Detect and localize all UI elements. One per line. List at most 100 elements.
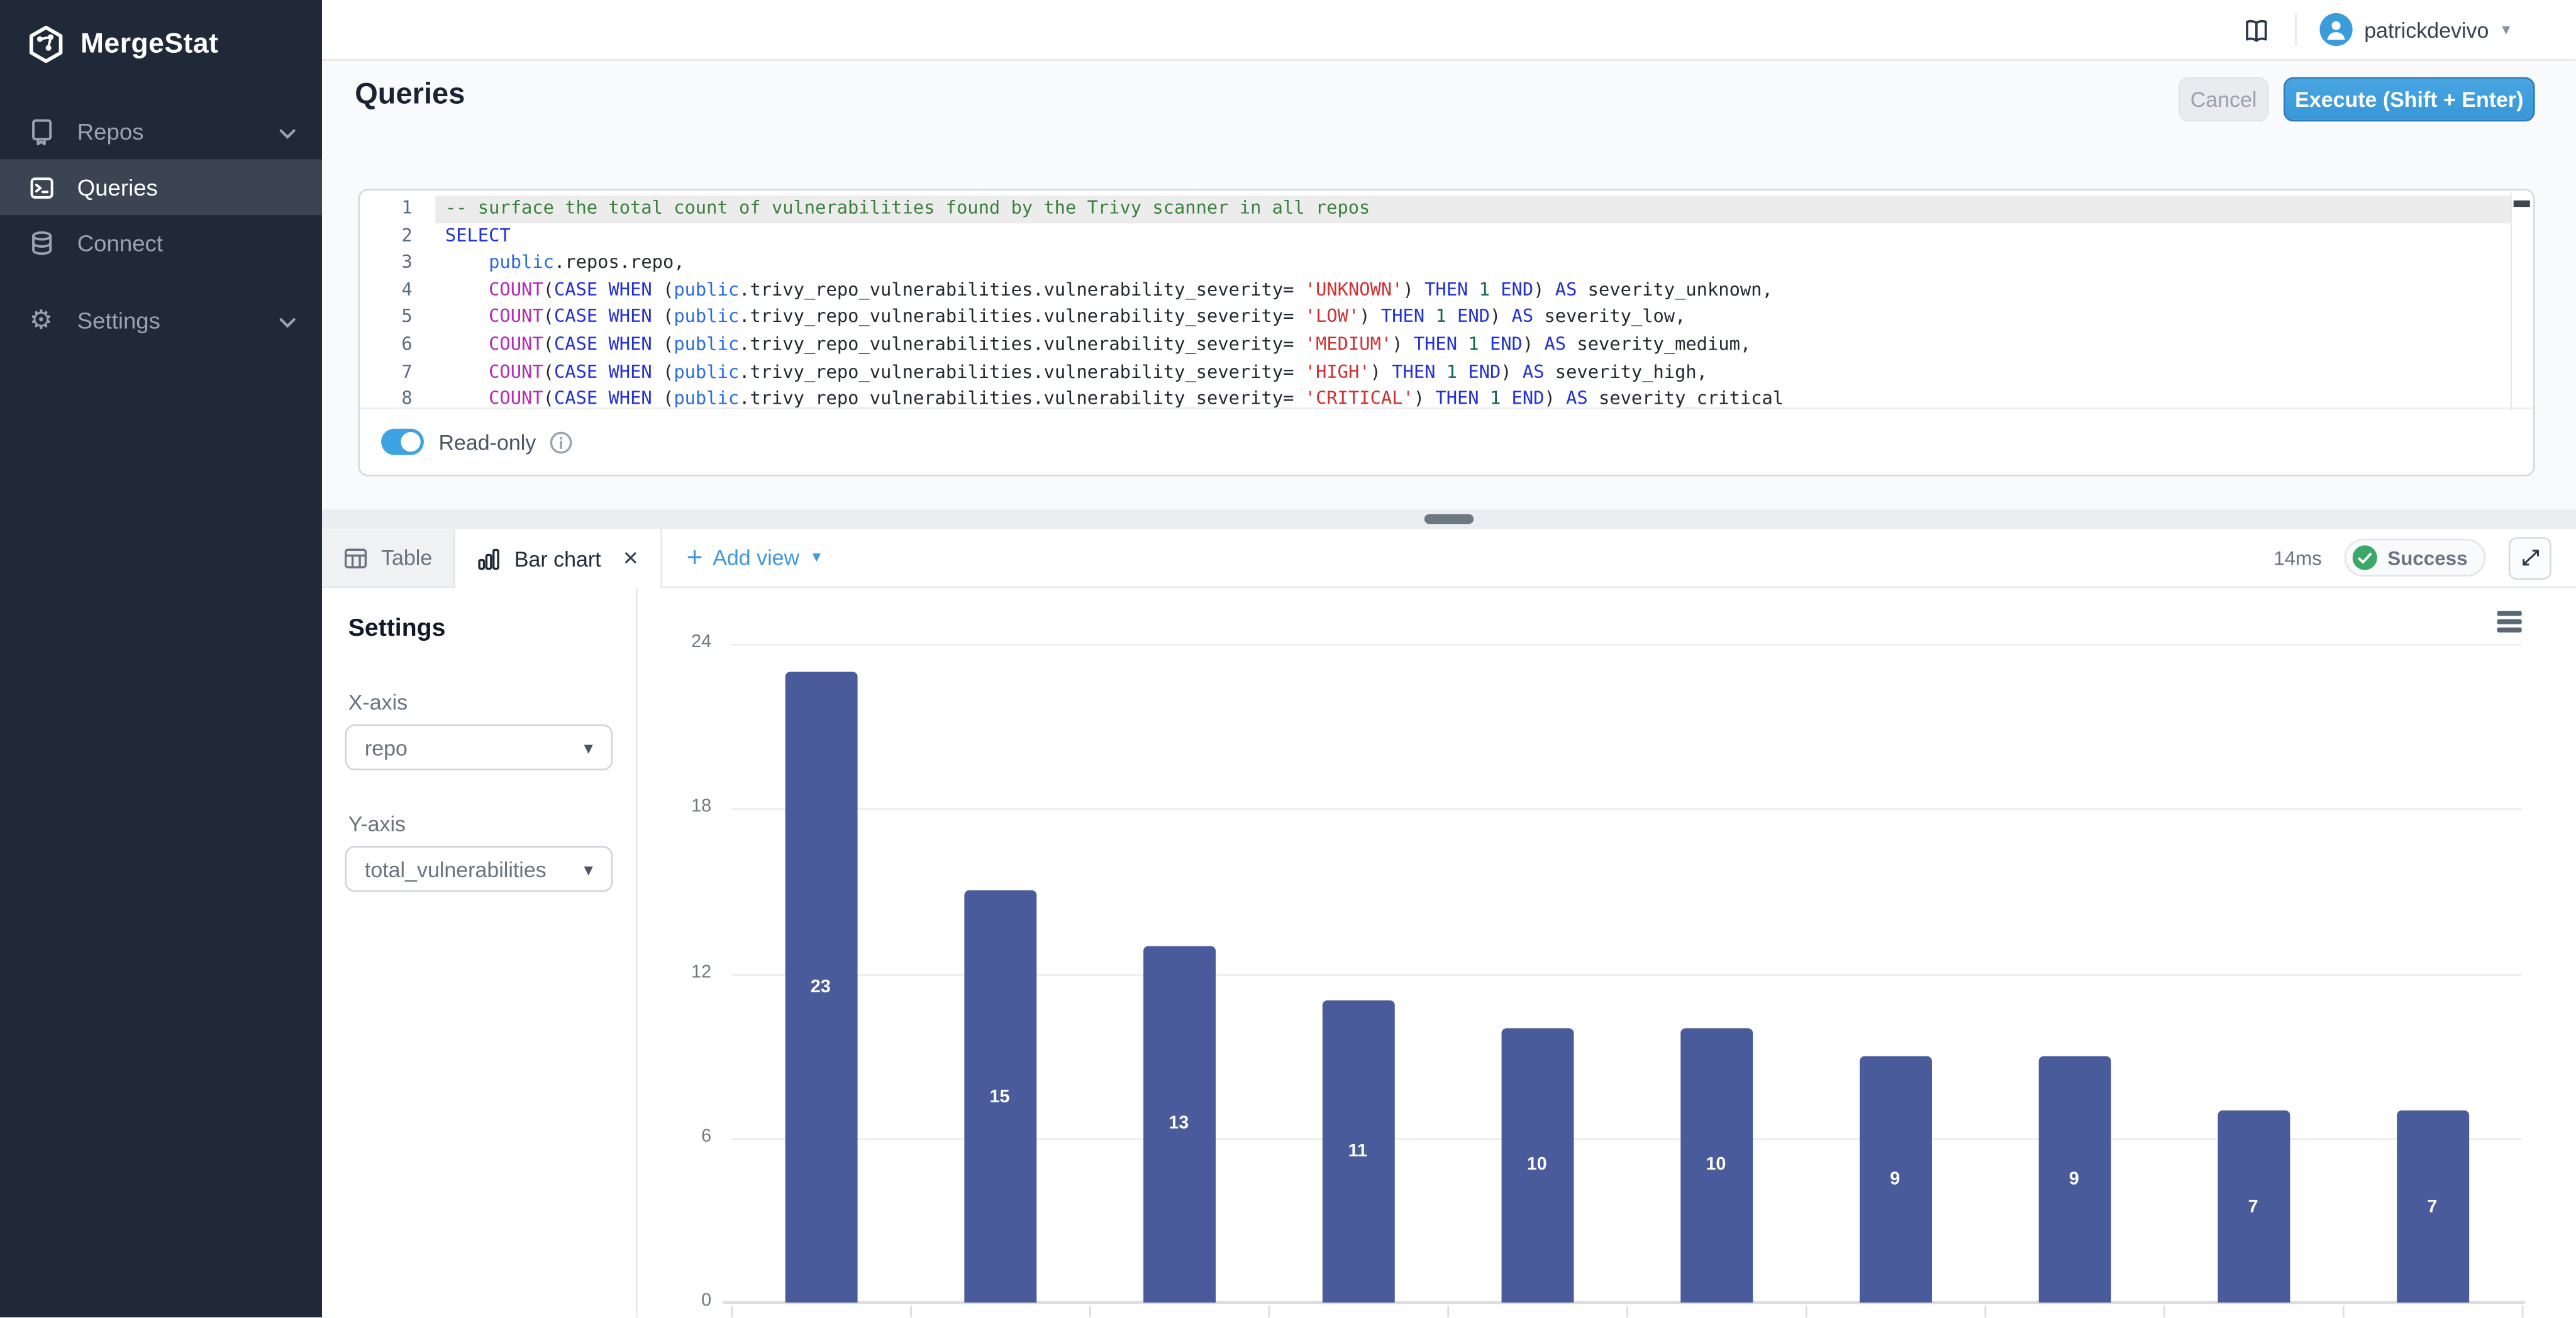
results-area: Settings X-axis repo ▾ Y-axis total_vuln… — [322, 588, 2576, 1317]
y-tick-label: 18 — [646, 797, 711, 817]
gridline — [731, 644, 2521, 646]
bar[interactable]: 10 — [1501, 1028, 1573, 1302]
add-view-button[interactable]: + Add view ▾ — [662, 529, 845, 586]
code-line[interactable]: 7 COUNT(CASE WHEN (public.trivy_repo_vul… — [360, 359, 2512, 386]
editor-scrollbar[interactable] — [2510, 192, 2531, 411]
check-icon — [2353, 545, 2377, 570]
chevron-down-icon — [279, 118, 296, 145]
x-tick — [910, 1306, 912, 1317]
line-number: 5 — [360, 304, 435, 331]
brand-logo[interactable]: MergeStat — [0, 0, 322, 80]
sidebar-item-queries[interactable]: Queries — [0, 159, 322, 215]
sidebar-item-label: Settings — [77, 307, 160, 333]
read-only-toggle[interactable] — [381, 429, 424, 455]
book-icon — [26, 116, 56, 146]
bar-value-label: 9 — [1859, 1169, 1931, 1188]
tab-label: Table — [381, 545, 432, 570]
docs-icon[interactable] — [2241, 16, 2272, 43]
resizer-handle[interactable] — [1424, 514, 1474, 524]
bar-value-label: 23 — [784, 977, 857, 997]
editor-scrollbar-thumb[interactable] — [2514, 201, 2530, 207]
sidebar-item-label: Connect — [77, 230, 163, 257]
sidebar-item-label: Repos — [77, 118, 144, 145]
code-line[interactable]: 6 COUNT(CASE WHEN (public.trivy_repo_vul… — [360, 332, 2512, 359]
chart-menu-icon[interactable] — [2497, 611, 2522, 632]
bar-chart: 241812602315131110109977 — [731, 644, 2521, 1302]
bar-value-label: 10 — [1501, 1156, 1573, 1175]
code-line[interactable]: 2SELECT — [360, 223, 2512, 250]
brand-name: MergeStat — [80, 28, 218, 60]
sidebar-item-repos[interactable]: Repos — [0, 104, 322, 160]
avatar[interactable] — [2320, 13, 2353, 46]
x-axis-value: repo — [365, 735, 408, 760]
header-divider — [2295, 13, 2297, 46]
table-icon — [343, 546, 368, 570]
add-view-label: Add view — [713, 545, 799, 570]
line-number: 6 — [360, 332, 435, 359]
tab-table[interactable]: Table — [322, 529, 455, 586]
status-badge: Success — [2345, 539, 2485, 577]
x-tick — [1089, 1306, 1091, 1317]
settings-title: Settings — [348, 614, 446, 642]
bar[interactable]: 11 — [1322, 1000, 1394, 1302]
code-line[interactable]: 3 public.repos.repo, — [360, 250, 2512, 277]
page-title: Queries — [355, 77, 465, 112]
bar[interactable]: 13 — [1143, 946, 1215, 1302]
sidebar-nav: Repos Queries — [0, 104, 322, 348]
sidebar: MergeStat Repos — [0, 0, 322, 1317]
user-name[interactable]: patrickdevivo — [2364, 17, 2489, 42]
y-axis-select[interactable]: total_vulnerabilities ▾ — [345, 846, 613, 892]
sidebar-item-label: Queries — [77, 174, 158, 201]
line-number: 3 — [360, 250, 435, 277]
bar[interactable]: 15 — [963, 891, 1036, 1303]
code-lines: 1-- surface the total count of vulnerabi… — [360, 196, 2512, 414]
bar[interactable]: 9 — [2038, 1056, 2110, 1303]
bar[interactable]: 9 — [1859, 1056, 1931, 1303]
panel-resizer[interactable] — [322, 509, 2576, 529]
bar[interactable]: 23 — [784, 672, 857, 1303]
x-tick — [1985, 1306, 1987, 1317]
code-line[interactable]: 1-- surface the total count of vulnerabi… — [360, 196, 2512, 223]
info-icon[interactable] — [549, 429, 574, 454]
bar-value-label: 15 — [963, 1087, 1036, 1106]
mergestat-app: MergeStat Repos — [0, 0, 2576, 1317]
terminal-icon — [26, 172, 56, 202]
add-view-caret-icon: ▾ — [813, 548, 821, 567]
bar-value-label: 13 — [1143, 1114, 1215, 1134]
sidebar-item-connect[interactable]: Connect — [0, 215, 322, 271]
bar[interactable]: 7 — [2396, 1110, 2468, 1303]
execute-button[interactable]: Execute (Shift + Enter) — [2284, 77, 2535, 122]
x-tick — [1806, 1306, 1807, 1317]
bar-value-label: 11 — [1322, 1142, 1394, 1161]
user-menu-caret-icon[interactable]: ▾ — [2502, 21, 2510, 39]
sidebar-item-settings[interactable]: ⚙ Settings — [0, 292, 322, 348]
top-bar: patrickdevivo ▾ — [322, 0, 2576, 61]
x-tick — [1269, 1306, 1270, 1317]
x-tick — [2163, 1306, 2165, 1317]
gear-icon: ⚙ — [26, 306, 56, 335]
bar-value-label: 7 — [2396, 1197, 2468, 1216]
query-duration: 14ms — [2273, 546, 2322, 570]
cancel-button[interactable]: Cancel — [2179, 77, 2269, 122]
y-tick-label: 12 — [646, 961, 711, 981]
code-line[interactable]: 4 COUNT(CASE WHEN (public.trivy_repo_vul… — [360, 277, 2512, 304]
code-line[interactable]: 5 COUNT(CASE WHEN (public.trivy_repo_vul… — [360, 304, 2512, 331]
bar[interactable]: 10 — [1680, 1028, 1752, 1302]
x-tick — [1447, 1306, 1449, 1317]
x-axis-select[interactable]: repo ▾ — [345, 724, 613, 770]
bar[interactable]: 7 — [2217, 1110, 2289, 1303]
tab-bar-chart[interactable]: Bar chart ✕ — [455, 529, 662, 588]
x-tick — [2522, 1306, 2524, 1317]
sql-editor[interactable]: 1-- surface the total count of vulnerabi… — [360, 191, 2512, 416]
mergestat-logo-icon — [26, 25, 66, 64]
line-number: 7 — [360, 359, 435, 386]
x-tick — [1626, 1306, 1628, 1317]
bar-value-label: 10 — [1680, 1156, 1752, 1175]
database-icon — [26, 228, 56, 258]
bar-chart-icon — [477, 546, 501, 571]
y-tick-label: 24 — [646, 633, 711, 652]
expand-button[interactable] — [2509, 536, 2551, 579]
close-tab-icon[interactable]: ✕ — [623, 547, 639, 570]
x-axis-label: X-axis — [348, 690, 408, 714]
read-only-label: Read-only — [438, 429, 536, 454]
